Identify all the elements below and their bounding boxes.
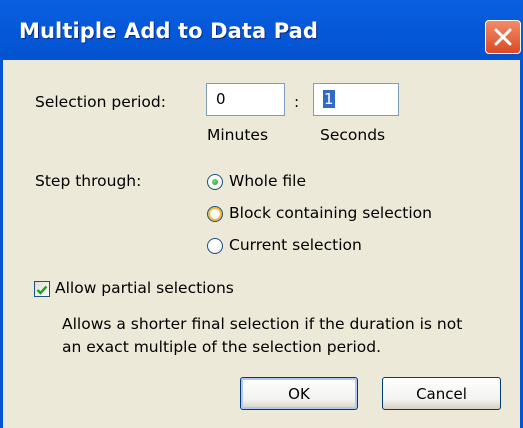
- dialog-window: Multiple Add to Data Pad Selection perio…: [0, 0, 523, 428]
- dialog-body: Selection period: 0 : 1 Minutes Seconds …: [0, 60, 523, 428]
- selection-period-label: Selection period:: [35, 93, 166, 111]
- seconds-caption: Seconds: [320, 126, 386, 144]
- step-through-label: Step through:: [35, 172, 142, 190]
- checkmark-icon: [36, 285, 48, 295]
- minutes-input[interactable]: 0: [206, 83, 285, 116]
- seconds-value: 1: [323, 90, 335, 108]
- minutes-caption: Minutes: [207, 126, 269, 144]
- radio-current-label[interactable]: Current selection: [229, 236, 362, 254]
- ok-button[interactable]: OK: [240, 377, 358, 410]
- radio-selected-dot: [212, 179, 218, 185]
- close-icon: [494, 28, 512, 46]
- close-button[interactable]: [485, 20, 521, 54]
- title-bar[interactable]: Multiple Add to Data Pad: [0, 0, 523, 60]
- partial-description-line1: Allows a shorter final selection if the …: [62, 315, 463, 333]
- radio-whole-file[interactable]: [207, 174, 223, 190]
- minutes-value: 0: [216, 90, 226, 108]
- allow-partial-label[interactable]: Allow partial selections: [55, 279, 234, 297]
- radio-block-label[interactable]: Block containing selection: [229, 204, 432, 222]
- partial-description-line2: an exact multiple of the selection perio…: [62, 338, 382, 356]
- time-separator: :: [294, 93, 300, 111]
- dialog-title: Multiple Add to Data Pad: [19, 19, 319, 43]
- cancel-button[interactable]: Cancel: [382, 377, 501, 410]
- radio-current-selection[interactable]: [207, 238, 223, 254]
- seconds-input[interactable]: 1: [313, 83, 399, 116]
- allow-partial-checkbox[interactable]: [34, 281, 50, 297]
- radio-block-containing-selection[interactable]: [207, 206, 223, 222]
- radio-whole-file-label[interactable]: Whole file: [229, 172, 306, 190]
